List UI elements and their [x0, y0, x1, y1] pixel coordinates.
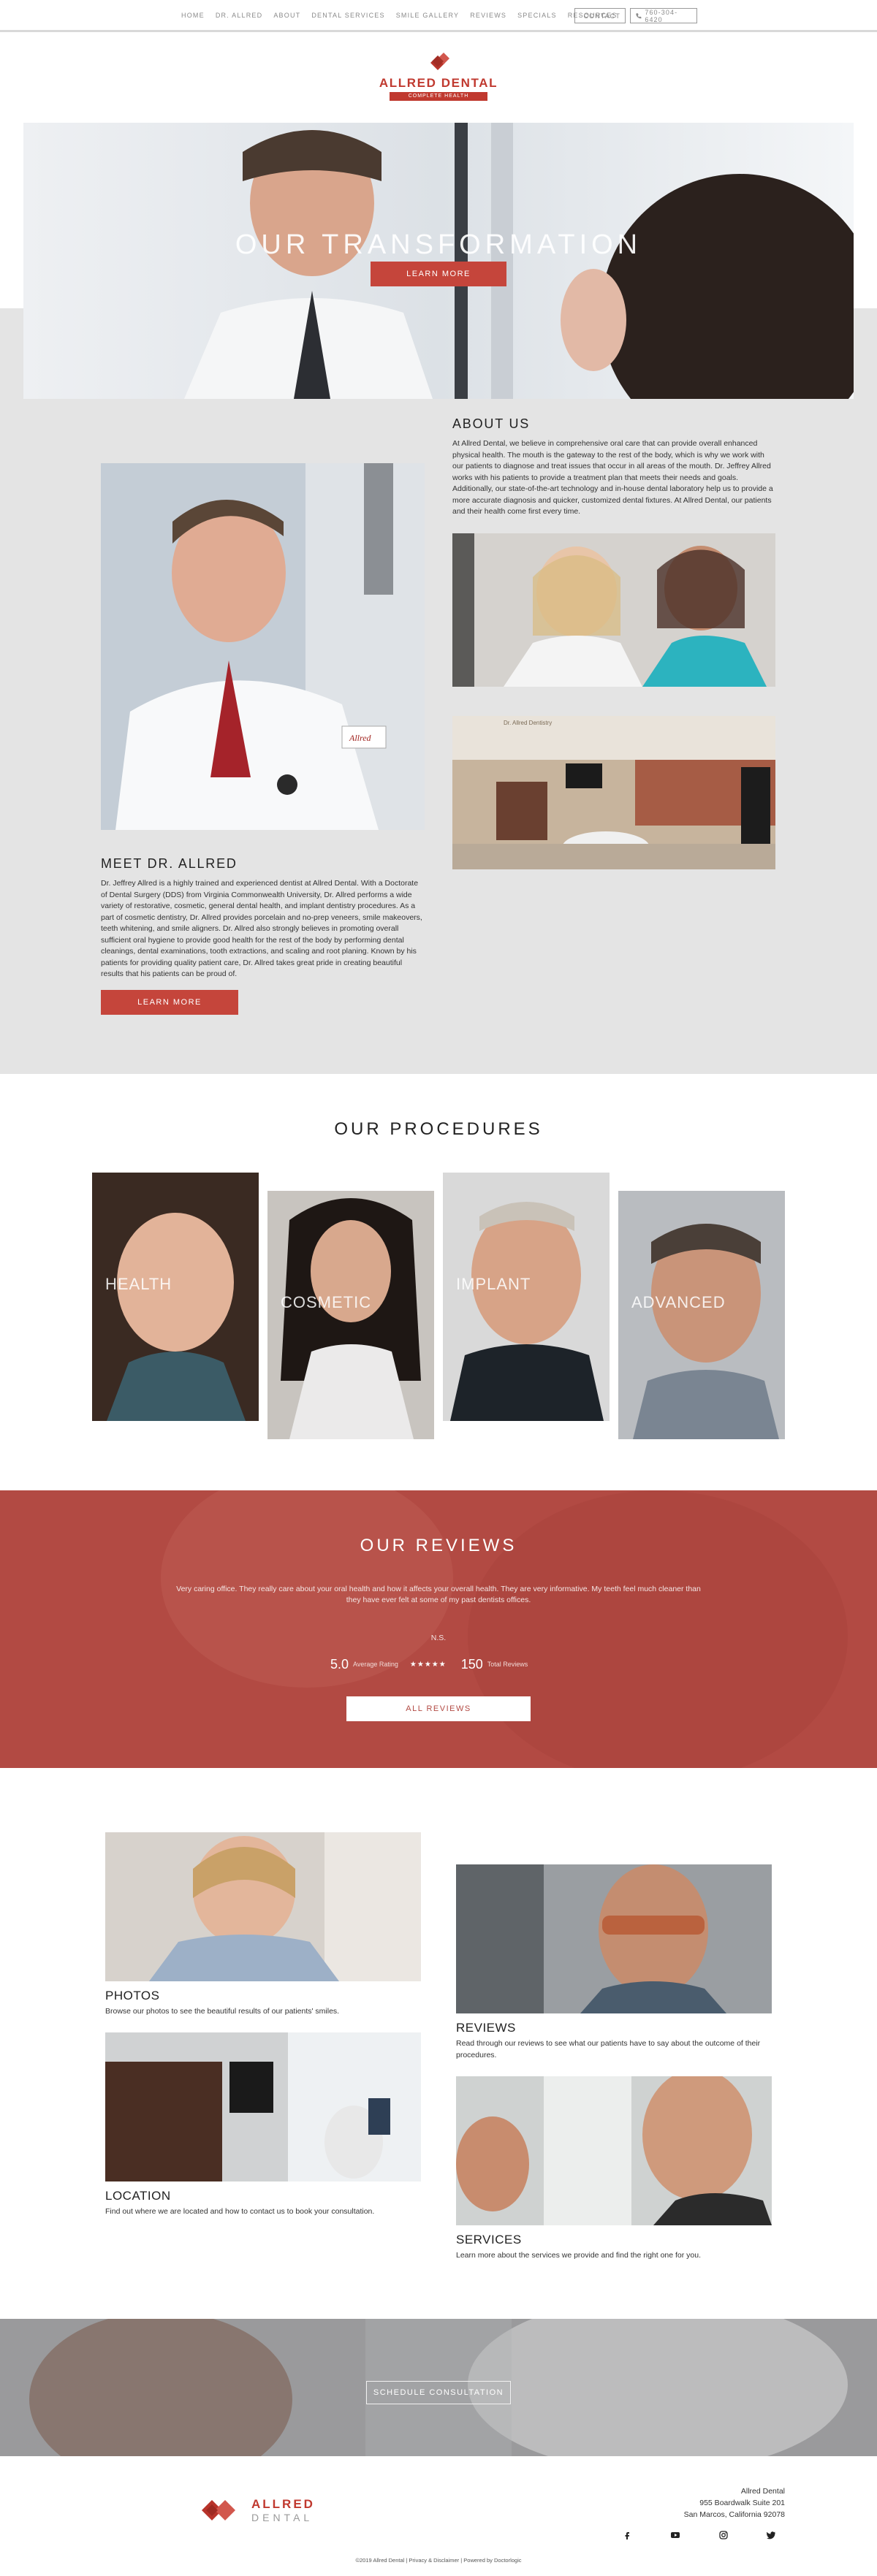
- feature-title-photos[interactable]: PHOTOS: [105, 1989, 159, 2003]
- procedure-label-implant: IMPLANT: [456, 1275, 531, 1293]
- hero-learn-more-button[interactable]: LEARN MORE: [371, 262, 506, 286]
- nav-about[interactable]: ABOUT: [273, 12, 300, 19]
- review-quote: Very caring office. They really care abo…: [176, 1585, 701, 1604]
- nav-links: HOME DR. ALLRED ABOUT DENTAL SERVICES SM…: [181, 0, 629, 31]
- doctor-portrait: Allred: [101, 463, 425, 830]
- feature-title-reviews[interactable]: REVIEWS: [456, 2021, 516, 2035]
- procedure-label-advanced: ADVANCED: [631, 1293, 726, 1311]
- all-reviews-button[interactable]: ALL REVIEWS: [346, 1696, 531, 1721]
- about-text: At Allred Dental, we believe in comprehe…: [452, 439, 773, 516]
- hero-title: OUR TRANSFORMATION: [235, 229, 642, 260]
- hero-image: [23, 123, 854, 399]
- staff-photo: [452, 533, 775, 687]
- contact-label: CONTACT: [583, 12, 620, 20]
- rating-stars-icon: ★★★★★: [409, 1660, 447, 1669]
- footer: ALLRED DENTAL Allred Dental 955 Boardwal…: [0, 2456, 877, 2576]
- footer-logo-bottom: DENTAL: [251, 2512, 314, 2523]
- site-logo[interactable]: ALLRED DENTAL COMPLETE HEALTH DENTISTRY: [376, 50, 501, 107]
- feature-title-services[interactable]: SERVICES: [456, 2233, 522, 2247]
- photos-image[interactable]: [105, 1832, 421, 1981]
- procedure-card-advanced[interactable]: ADVANCED: [618, 1191, 785, 1439]
- footer-logo-diamond-icon: [202, 2500, 235, 2520]
- office-photo: Dr. Allred Dentistry: [452, 716, 775, 869]
- nav-reviews[interactable]: REVIEWS: [470, 12, 506, 19]
- procedures-heading: OUR PROCEDURES: [334, 1119, 543, 1139]
- footer-address: Allred Dental 955 Boardwalk Suite 201 Sa…: [629, 2485, 785, 2520]
- reviews-image[interactable]: [456, 1864, 772, 2013]
- nav-specials[interactable]: SPECIALS: [517, 12, 557, 19]
- facebook-icon[interactable]: [623, 2531, 631, 2539]
- procedure-advanced-image: [618, 1191, 785, 1439]
- average-rating-label: Average Rating: [353, 1661, 398, 1668]
- doctor-learn-more-button[interactable]: LEARN MORE: [101, 990, 238, 1015]
- phone-icon: [636, 12, 642, 18]
- feature-text-photos: Browse our photos to see the beautiful r…: [105, 2007, 340, 2016]
- total-reviews-label: Total Reviews: [487, 1661, 528, 1668]
- reviews-heading: OUR REVIEWS: [360, 1536, 517, 1555]
- phone-label: 760-304-6420: [645, 8, 678, 23]
- procedure-cosmetic-image: [267, 1191, 434, 1439]
- top-nav: HOME DR. ALLRED ABOUT DENTAL SERVICES SM…: [0, 0, 877, 32]
- office-sign-text: Dr. Allred Dentistry: [504, 720, 552, 726]
- contact-button[interactable]: CONTACT: [574, 8, 626, 23]
- feature-title-location[interactable]: LOCATION: [105, 2189, 171, 2203]
- footer-address-name: Allred Dental: [740, 2487, 785, 2496]
- average-rating-value: 5.0: [330, 1656, 349, 1672]
- feature-text-services: Learn more about the services we provide…: [456, 2251, 702, 2260]
- footer-address-line2: San Marcos, California 92078: [683, 2510, 785, 2519]
- logo-diamond-icon: [430, 53, 449, 70]
- youtube-icon[interactable]: [670, 2531, 680, 2539]
- phone-button[interactable]: 760-304-6420: [630, 8, 697, 23]
- hero-banner: OUR TRANSFORMATION LEARN MORE: [23, 123, 854, 399]
- reviews-section: OUR REVIEWS Very caring office. They rea…: [0, 1490, 877, 1768]
- reviews-background-image: [0, 1490, 877, 1768]
- services-image[interactable]: [456, 2076, 772, 2225]
- procedure-label-health: HEALTH: [105, 1275, 172, 1293]
- feature-text-location: Find out where we are located and how to…: [105, 2207, 375, 2216]
- about-heading: ABOUT US: [452, 416, 531, 431]
- doctor-heading: MEET DR. ALLRED: [101, 856, 238, 871]
- review-stats: 5.0 Average Rating ★★★★★ 150 Total Revie…: [330, 1655, 550, 1673]
- procedure-label-cosmetic: COSMETIC: [281, 1293, 372, 1311]
- nav-dr-allred[interactable]: DR. ALLRED: [216, 12, 263, 19]
- instagram-icon[interactable]: [719, 2531, 728, 2539]
- procedure-card-health[interactable]: HEALTH: [92, 1173, 259, 1421]
- nav-home[interactable]: HOME: [181, 12, 205, 19]
- feature-text-reviews: Read through our reviews to see what our…: [456, 2039, 761, 2059]
- location-image[interactable]: [105, 2032, 421, 2181]
- twitter-icon[interactable]: [767, 2531, 776, 2539]
- procedure-health-image: [92, 1173, 259, 1421]
- footer-social: [623, 2529, 776, 2541]
- nav-smile-gallery[interactable]: SMILE GALLERY: [396, 12, 459, 19]
- footer-logo-top: ALLRED: [251, 2497, 315, 2511]
- nav-dental-services[interactable]: DENTAL SERVICES: [311, 12, 384, 19]
- procedure-implant-image: [443, 1173, 610, 1421]
- logo-name: ALLRED DENTAL: [379, 76, 498, 90]
- schedule-consultation-button[interactable]: SCHEDULE CONSULTATION: [366, 2381, 511, 2404]
- footer-address-line1: 955 Boardwalk Suite 201: [699, 2499, 785, 2507]
- footer-logo[interactable]: ALLRED DENTAL: [202, 2494, 326, 2526]
- review-author: N.S.: [430, 1634, 447, 1642]
- page: HOME DR. ALLRED ABOUT DENTAL SERVICES SM…: [0, 0, 877, 2576]
- footer-copyright: ©2019 Allred Dental | Privacy & Disclaim…: [355, 2557, 522, 2564]
- total-reviews-value: 150: [460, 1656, 483, 1672]
- doctor-badge-text: Allred: [349, 733, 372, 743]
- logo-tagline: COMPLETE HEALTH DENTISTRY: [390, 92, 487, 107]
- doctor-text: Dr. Jeffrey Allred is a highly trained a…: [101, 879, 422, 978]
- procedure-card-implant[interactable]: IMPLANT: [443, 1173, 610, 1421]
- procedure-card-cosmetic[interactable]: COSMETIC: [267, 1191, 434, 1439]
